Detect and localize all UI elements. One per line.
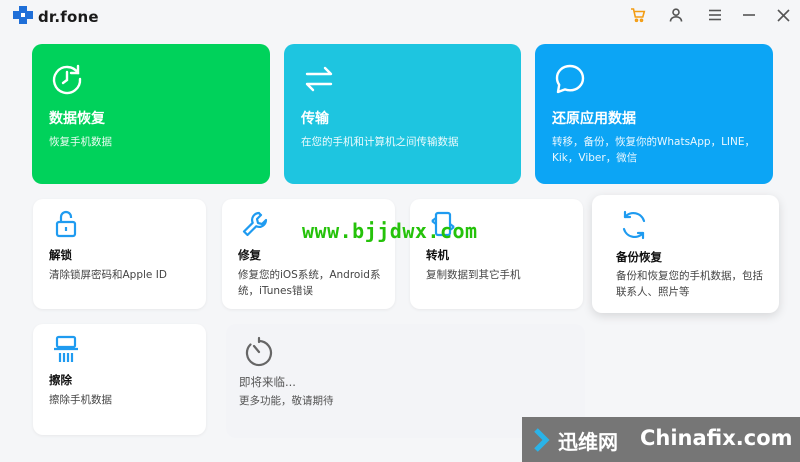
- coming-soon-desc: 更多功能，敬请期待: [239, 395, 334, 407]
- app-restore-desc: 转移，备份，恢复你的WhatsApp，LINE，Kik，Viber，微信: [552, 136, 756, 164]
- watermark-banner: 迅维网 Chinafix.com: [522, 417, 800, 462]
- backup-desc: 备份和恢复您的手机数据，包括联系人、照片等: [616, 270, 763, 298]
- phone-transfer-card[interactable]: 转机 复制数据到其它手机: [410, 199, 583, 309]
- watermark-site-url: www.bjjdwx.com: [302, 219, 478, 243]
- backup-card[interactable]: 备份恢复 备份和恢复您的手机数据，包括联系人、照片等: [592, 195, 779, 313]
- timer-icon: [243, 336, 275, 372]
- app-logo: dr.fone: [12, 5, 99, 29]
- coming-soon-title: 即将来临...: [239, 375, 296, 389]
- transfer-card[interactable]: 传输 在您的手机和计算机之间传输数据: [284, 44, 521, 184]
- app-restore-card[interactable]: 还原应用数据 转移，备份，恢复你的WhatsApp，LINE，Kik，Viber…: [535, 44, 773, 184]
- chat-bubble-icon: [553, 62, 587, 100]
- data-recovery-title: 数据恢复: [49, 111, 105, 127]
- app-restore-title: 还原应用数据: [552, 111, 636, 127]
- hamburger-menu-icon: [708, 8, 722, 22]
- sync-icon: [618, 209, 650, 245]
- close-icon: [776, 8, 790, 22]
- erase-desc: 擦除手机数据: [49, 394, 112, 406]
- watermark-en: Chinafix.com: [640, 426, 793, 450]
- unlock-icon: [51, 209, 81, 243]
- minimize-button[interactable]: [738, 4, 760, 26]
- backup-title: 备份恢复: [616, 250, 662, 264]
- cart-button[interactable]: [627, 4, 649, 26]
- plus-cross-logo-icon: [12, 5, 34, 29]
- repair-desc: 修复您的iOS系统，Android系统，iTunes错误: [238, 269, 381, 297]
- repair-card[interactable]: 修复 修复您的iOS系统，Android系统，iTunes错误: [222, 199, 395, 309]
- unlock-title: 解锁: [49, 248, 72, 262]
- unlock-desc: 清除锁屏密码和Apple ID: [49, 269, 167, 281]
- phone-transfer-desc: 复制数据到其它手机: [426, 269, 521, 281]
- transfer-title: 传输: [301, 111, 329, 127]
- unlock-card[interactable]: 解锁 清除锁屏密码和Apple ID: [33, 199, 206, 309]
- data-recovery-card[interactable]: 数据恢复 恢复手机数据: [32, 44, 270, 184]
- app-brand-name: dr.fone: [38, 8, 99, 26]
- wrench-icon: [240, 209, 270, 243]
- title-bar: dr.fone: [0, 0, 800, 30]
- user-icon: [668, 7, 684, 23]
- close-button[interactable]: [772, 4, 794, 26]
- erase-card[interactable]: 擦除 擦除手机数据: [33, 324, 206, 435]
- account-button[interactable]: [665, 4, 687, 26]
- erase-title: 擦除: [49, 373, 72, 387]
- watermark-arrow-icon: [534, 428, 556, 456]
- watermark-cn: 迅维网: [558, 430, 618, 454]
- menu-button[interactable]: [704, 4, 726, 26]
- minimize-icon: [742, 8, 756, 22]
- clock-restore-icon: [50, 62, 84, 100]
- shredder-icon: [51, 334, 81, 370]
- cart-icon: [630, 7, 646, 23]
- transfer-arrows-icon: [302, 62, 336, 100]
- repair-title: 修复: [238, 248, 261, 262]
- transfer-desc: 在您的手机和计算机之间传输数据: [301, 136, 459, 148]
- data-recovery-desc: 恢复手机数据: [49, 136, 112, 148]
- phone-transfer-title: 转机: [426, 248, 449, 262]
